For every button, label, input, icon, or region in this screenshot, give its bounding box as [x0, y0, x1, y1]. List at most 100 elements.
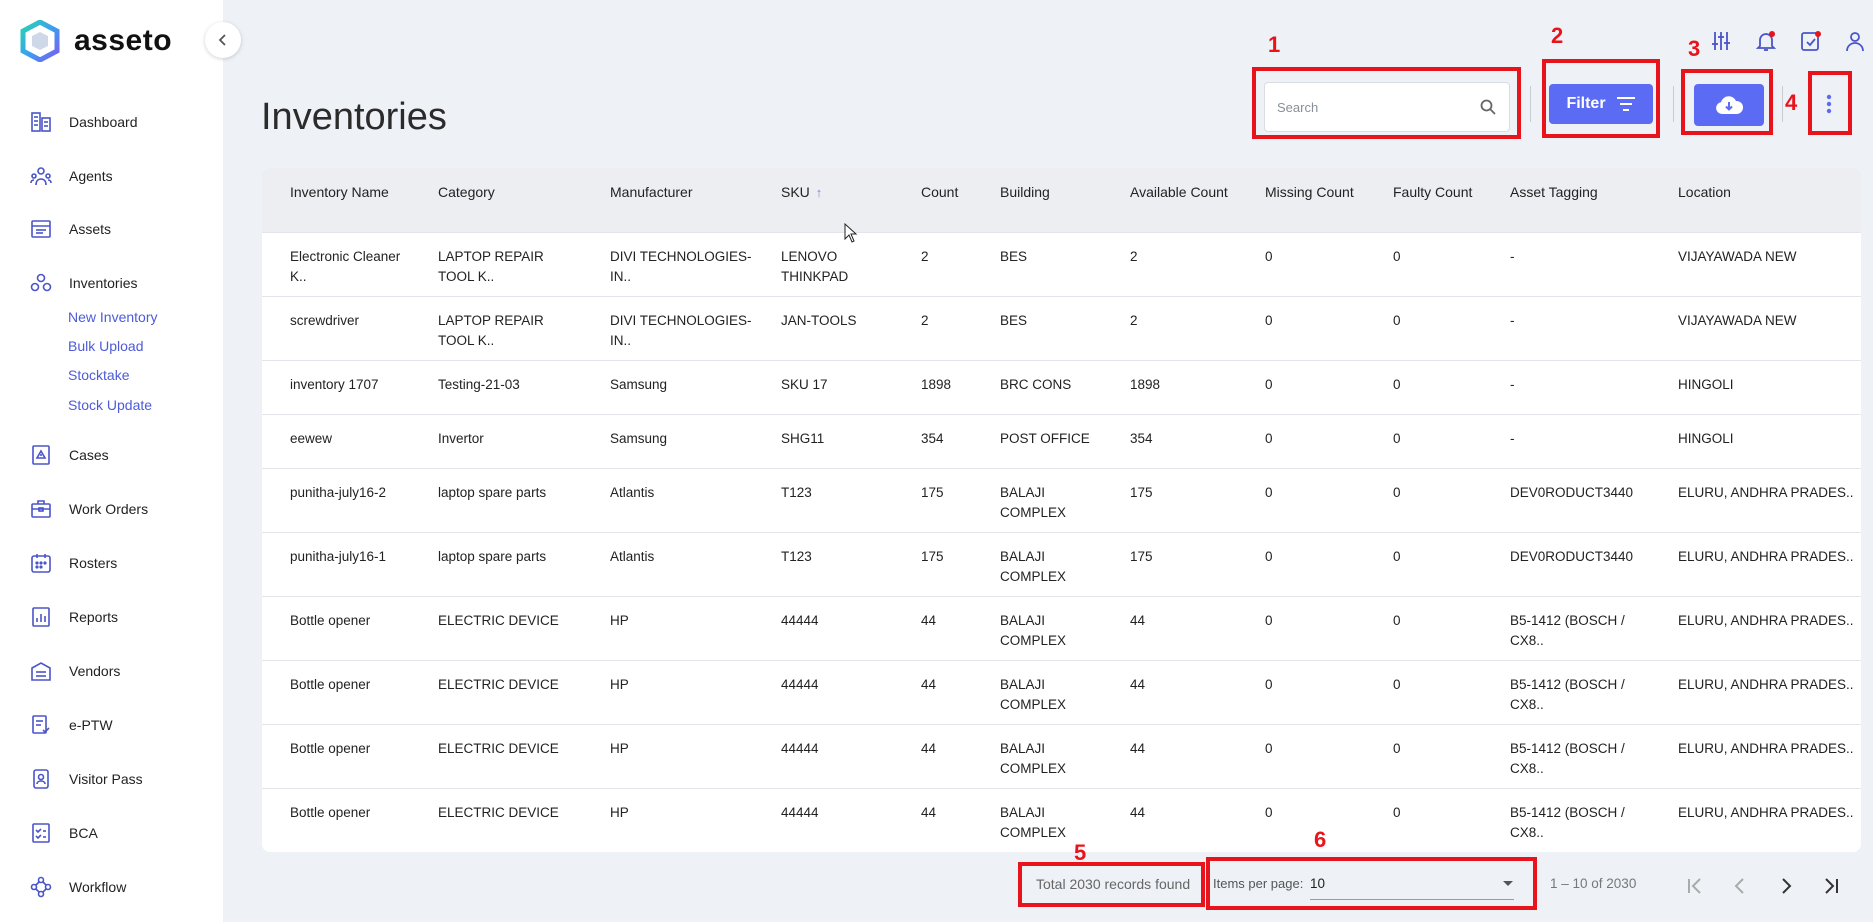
first-page-button[interactable]	[1682, 872, 1710, 900]
column-header-category[interactable]: Category	[410, 168, 582, 232]
more-options-button[interactable]	[1818, 84, 1840, 124]
dashboard-icon	[28, 109, 54, 135]
table-row[interactable]: Electronic Cleaner K.. LAPTOP REPAIR TOOL…	[262, 231, 1861, 296]
cell-count: 175	[893, 531, 972, 596]
cell-category: ELECTRIC DEVICE	[410, 659, 582, 724]
sidebar-item-agents[interactable]: Agents	[28, 161, 113, 191]
last-page-button[interactable]	[1816, 872, 1844, 900]
tasks-button[interactable]	[1798, 28, 1824, 54]
column-header-count[interactable]: Count	[893, 168, 972, 232]
cell-faulty-count: 0	[1365, 659, 1482, 724]
sidebar-item-bca[interactable]: BCA	[28, 818, 98, 848]
table-row[interactable]: Bottle opener ELECTRIC DEVICE HP 44444 44 BAL…	[262, 723, 1861, 788]
table-row[interactable]: inventory 1707 Testing-21-03 Samsung SKU 17…	[262, 359, 1861, 414]
search-icon[interactable]	[1479, 98, 1497, 116]
column-header-location[interactable]: Location	[1650, 168, 1861, 232]
download-button[interactable]	[1694, 84, 1764, 126]
cell-manufacturer: DIVI TECHNOLOGIES-IN..	[582, 295, 753, 360]
cell-sku: 44444	[753, 723, 893, 788]
cell-asset-tagging: DEV0RODUCT3440	[1482, 467, 1650, 532]
annotation-number: 2	[1551, 23, 1564, 48]
column-header-available-count[interactable]: Available Count	[1102, 168, 1237, 232]
sidebar-item-work-orders[interactable]: Work Orders	[28, 494, 148, 524]
column-header-sku[interactable]: SKU ↑	[753, 168, 893, 232]
cell-location: ELURU, ANDHRA PRADES..	[1650, 659, 1861, 724]
cell-available-count: 44	[1102, 659, 1237, 724]
sidebar-item-cases[interactable]: Cases	[28, 440, 109, 470]
cell-asset-tagging: B5-1412 (BOSCH / CX8..	[1482, 787, 1650, 852]
sidebar-item-assets[interactable]: Assets	[28, 214, 111, 244]
sidebar-collapse-button[interactable]	[205, 22, 241, 58]
user-profile-button[interactable]	[1842, 28, 1868, 54]
column-header-asset-tagging[interactable]: Asset Tagging	[1482, 168, 1650, 232]
annotation-number: 6	[1314, 827, 1327, 852]
column-header-inventory-name[interactable]: Inventory Name	[262, 168, 410, 232]
table-row[interactable]: Bottle opener ELECTRIC DEVICE HP 44444 44 BAL…	[262, 595, 1861, 660]
cell-faulty-count: 0	[1365, 723, 1482, 788]
sidebar-item-label: Assets	[69, 221, 112, 237]
cases-icon	[28, 442, 54, 468]
cell-faulty-count: 0	[1365, 595, 1482, 660]
sidebar-item-inventories[interactable]: Inventories	[28, 268, 137, 298]
inventories-icon	[28, 270, 54, 296]
sidebar-item-label: BCA	[69, 825, 98, 841]
table-row[interactable]: punitha-july16-1 laptop spare parts Atlant…	[262, 531, 1861, 596]
subnav-bulk-upload[interactable]: Bulk Upload	[68, 338, 144, 354]
sidebar-item-visitor-pass[interactable]: Visitor Pass	[28, 764, 143, 794]
filter-button-label: Filter	[1566, 95, 1606, 112]
search-box[interactable]	[1264, 82, 1510, 132]
cell-available-count: 175	[1102, 467, 1237, 532]
column-header-faulty-count[interactable]: Faulty Count	[1365, 168, 1482, 232]
search-input[interactable]	[1277, 99, 1479, 115]
cell-faulty-count: 0	[1365, 787, 1482, 852]
items-per-page-select[interactable]: 10	[1310, 868, 1514, 900]
sidebar-item-label: e-PTW	[69, 717, 113, 733]
table-row[interactable]: Bottle opener ELECTRIC DEVICE HP 44444 44 BAL…	[262, 787, 1861, 852]
cell-missing-count: 0	[1237, 413, 1365, 468]
annotation-number: 1	[1268, 32, 1281, 57]
bell-icon	[1755, 31, 1777, 51]
table-row[interactable]: screwdriver LAPTOP REPAIR TOOL K.. DIVI TE…	[262, 295, 1861, 360]
sort-ascending-icon[interactable]: ↑	[816, 185, 823, 200]
sidebar-item-label: Inventories	[69, 275, 138, 291]
subnav-stock-update[interactable]: Stock Update	[68, 397, 152, 413]
agents-icon	[28, 163, 54, 189]
subnav-new-inventory[interactable]: New Inventory	[68, 309, 157, 325]
cell-asset-tagging: -	[1482, 295, 1650, 360]
column-header-manufacturer[interactable]: Manufacturer	[582, 168, 753, 232]
cell-missing-count: 0	[1237, 531, 1365, 596]
sidebar-item-vendors[interactable]: Vendors	[28, 656, 120, 686]
cell-asset-tagging: B5-1412 (BOSCH / CX8..	[1482, 595, 1650, 660]
sidebar-item-dashboard[interactable]: Dashboard	[28, 107, 138, 137]
column-header-building[interactable]: Building	[972, 168, 1102, 232]
cell-category: ELECTRIC DEVICE	[410, 723, 582, 788]
sidebar-item-rosters[interactable]: Rosters	[28, 548, 117, 578]
notifications-button[interactable]	[1753, 28, 1779, 54]
column-header-missing-count[interactable]: Missing Count	[1237, 168, 1365, 232]
chevron-right-icon	[1782, 878, 1792, 894]
table-row[interactable]: eewew Invertor Samsung SHG11 354 POST OFFICE 3…	[262, 413, 1861, 468]
sidebar-item-label: Work Orders	[69, 501, 149, 517]
cell-inventory-name: punitha-july16-1	[262, 531, 410, 596]
cell-inventory-name: Bottle opener	[262, 723, 410, 788]
cell-asset-tagging: -	[1482, 231, 1650, 296]
sidebar-item-workflow[interactable]: Workflow	[28, 872, 126, 902]
next-page-button[interactable]	[1772, 872, 1800, 900]
cell-sku: LENOVO THINKPAD	[753, 231, 893, 296]
cell-manufacturer: HP	[582, 595, 753, 660]
sidebar-item-eptw[interactable]: e-PTW	[28, 710, 113, 740]
table-row[interactable]: Bottle opener ELECTRIC DEVICE HP 44444 44 BAL…	[262, 659, 1861, 724]
cell-available-count: 44	[1102, 595, 1237, 660]
cell-manufacturer: Atlantis	[582, 467, 753, 532]
filter-button[interactable]: Filter	[1549, 84, 1653, 124]
sidebar-item-reports[interactable]: Reports	[28, 602, 118, 632]
table-row[interactable]: punitha-july16-2 laptop spare parts Atlant…	[262, 467, 1861, 532]
cell-available-count: 354	[1102, 413, 1237, 468]
subnav-stocktake[interactable]: Stocktake	[68, 367, 129, 383]
previous-page-button[interactable]	[1726, 872, 1754, 900]
cell-location: HINGOLI	[1650, 359, 1861, 414]
cell-building: POST OFFICE	[972, 413, 1102, 468]
app-name: asseto	[74, 24, 173, 57]
logo[interactable]: asseto	[20, 20, 172, 62]
settings-sliders-button[interactable]	[1708, 28, 1734, 54]
